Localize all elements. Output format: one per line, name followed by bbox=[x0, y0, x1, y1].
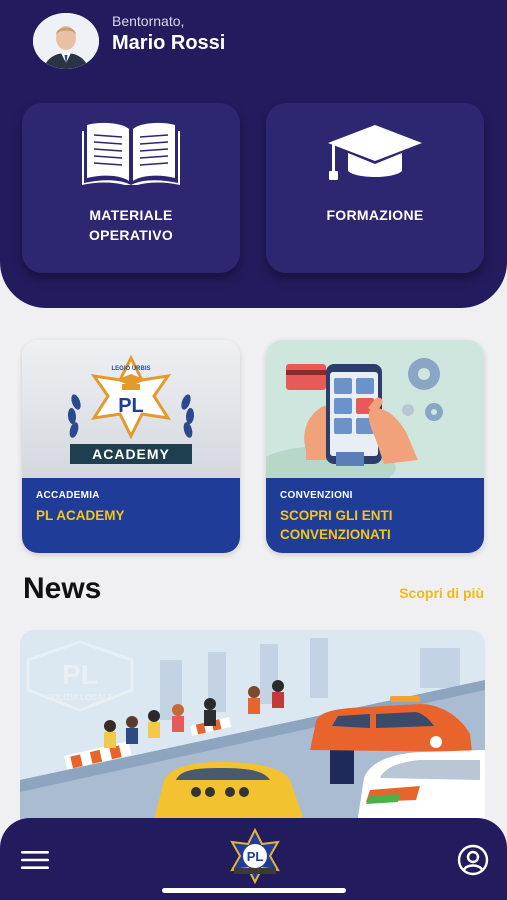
tile-formazione[interactable]: FORMAZIONE bbox=[266, 103, 484, 273]
card-info: ACCADEMIA PL ACADEMY bbox=[22, 478, 240, 553]
user-name: Mario Rossi bbox=[112, 32, 226, 54]
hamburger-icon[interactable] bbox=[20, 848, 50, 872]
convenzioni-image bbox=[266, 340, 484, 490]
user-profile-icon[interactable] bbox=[457, 844, 489, 876]
news-card[interactable]: PL POLIZIA LOCALE bbox=[20, 630, 485, 830]
avatar[interactable] bbox=[33, 13, 99, 69]
academy-badge-text: PL bbox=[118, 395, 144, 417]
card-convenzioni[interactable]: CONVENZIONI SCOPRI GLI ENTI CONVENZIONAT… bbox=[266, 340, 484, 553]
home-indicator bbox=[162, 888, 346, 893]
card-category: ACCADEMIA bbox=[36, 490, 100, 501]
academy-banner-text: ACADEMY bbox=[92, 446, 170, 462]
card-info: CONVENZIONI SCOPRI GLI ENTI CONVENZIONAT… bbox=[266, 478, 484, 553]
greeting-text: Bentornato, bbox=[112, 13, 185, 29]
card-title: PL ACADEMY bbox=[36, 508, 125, 523]
avatar-photo bbox=[33, 13, 99, 69]
card-category: CONVENZIONI bbox=[280, 490, 353, 501]
academy-arc-text: LEGIO URBIS bbox=[111, 366, 150, 372]
academy-image: PL LEGIO URBIS ACADEMY bbox=[22, 340, 240, 478]
news-illustration: PL POLIZIA LOCALE bbox=[20, 630, 485, 830]
pl-logo-text: PL bbox=[247, 849, 264, 864]
card-pl-academy[interactable]: PL LEGIO URBIS ACADEMY ACCADEMIA PL ACAD… bbox=[22, 340, 240, 553]
news-watermark-text: PL bbox=[62, 659, 98, 690]
tile-label: MATERIALE OPERATIVO bbox=[88, 207, 174, 243]
news-more-link[interactable]: Scopri di più bbox=[399, 585, 484, 601]
card-title: SCOPRI GLI ENTI CONVENZIONATI bbox=[280, 508, 393, 542]
book-icon bbox=[22, 121, 240, 187]
graduation-cap-icon bbox=[266, 121, 484, 185]
news-section-title: News bbox=[23, 572, 102, 605]
pl-logo[interactable]: PL bbox=[224, 827, 286, 885]
news-watermark-caption: POLIZIA LOCALE bbox=[47, 693, 114, 702]
tile-materiale-operativo[interactable]: MATERIALE OPERATIVO bbox=[22, 103, 240, 273]
header: Bentornato, Mario Rossi MATERIALE OPERAT… bbox=[0, 0, 507, 308]
tile-label: FORMAZIONE bbox=[326, 207, 424, 223]
